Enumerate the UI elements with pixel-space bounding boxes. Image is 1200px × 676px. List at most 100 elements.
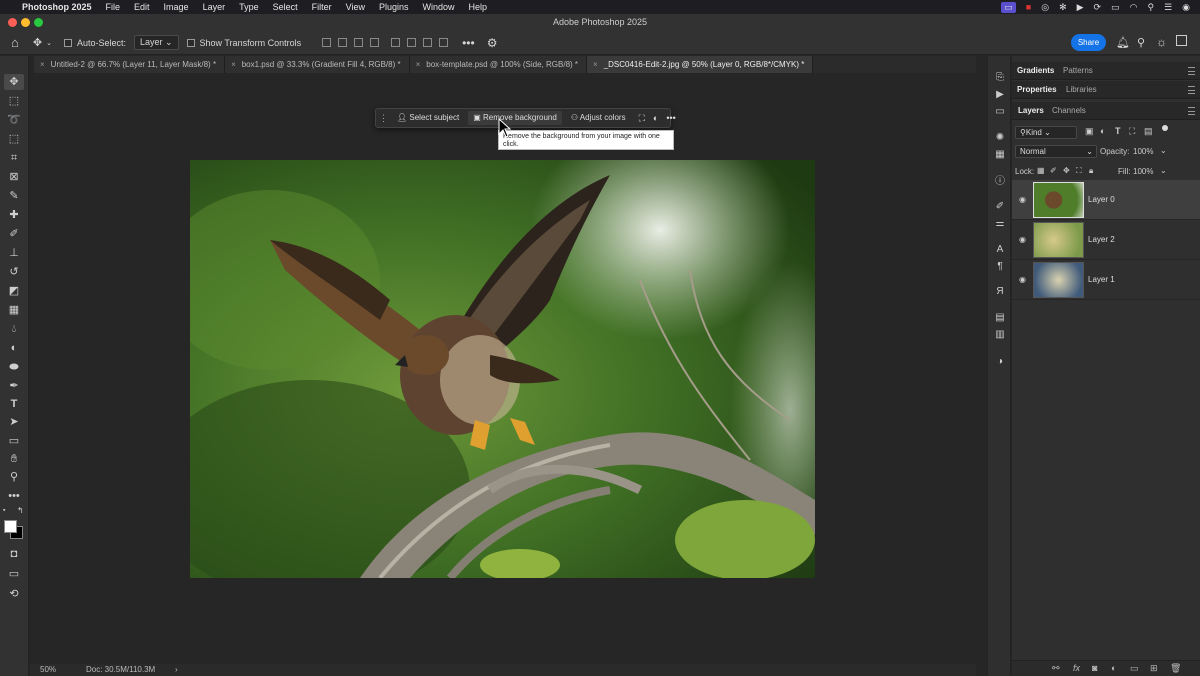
lock-all-icon[interactable]: 🔒︎ bbox=[1089, 166, 1093, 176]
panel-menu-icon[interactable] bbox=[1188, 86, 1195, 94]
screen-mode-icon[interactable]: ▭ bbox=[4, 566, 24, 582]
search-help-icon[interactable]: ⚲ bbox=[1137, 36, 1145, 49]
info-icon[interactable]: ⓘ bbox=[993, 176, 1007, 188]
search-icon[interactable]: ⚲ bbox=[1147, 2, 1154, 13]
app-menu[interactable]: Photoshop 2025 bbox=[22, 2, 92, 12]
menu-image[interactable]: Image bbox=[164, 2, 189, 12]
move-tool-icon[interactable]: ✥ bbox=[33, 36, 42, 49]
zoom-level[interactable]: 50% bbox=[40, 664, 56, 676]
filter-smart-object-icon[interactable]: ▤ bbox=[1144, 126, 1153, 137]
hand-tool-icon[interactable]: ✋︎ bbox=[4, 451, 24, 467]
default-colors-icon[interactable]: ▪ bbox=[3, 507, 5, 514]
layer-row[interactable]: ◉ Layer 0 bbox=[1012, 180, 1200, 220]
lasso-tool-icon[interactable]: ➰ bbox=[4, 112, 24, 128]
more-icon[interactable]: ••• bbox=[666, 113, 675, 123]
siri-icon[interactable]: ◉ bbox=[1182, 2, 1190, 13]
opacity-chevron-icon[interactable]: ⌄ bbox=[1160, 146, 1167, 155]
transform-icon[interactable]: ⛶ bbox=[639, 113, 645, 124]
quick-mask-icon[interactable]: ◘ bbox=[4, 546, 24, 562]
auto-select-dropdown[interactable]: Layer ⌄ bbox=[133, 35, 179, 50]
close-tab-icon[interactable]: × bbox=[231, 60, 236, 69]
lock-artboard-icon[interactable]: ⛶ bbox=[1076, 166, 1082, 176]
drag-handle-icon[interactable]: ⋮ bbox=[379, 113, 388, 124]
menu-type[interactable]: Type bbox=[239, 2, 259, 12]
libraries-icon[interactable]: ▤ bbox=[993, 312, 1007, 324]
add-mask-icon[interactable]: ◙ bbox=[1092, 663, 1097, 673]
swatches-icon[interactable]: ▦ bbox=[993, 149, 1007, 161]
lock-image-icon[interactable]: ✐ bbox=[1050, 166, 1057, 175]
panel-menu-icon[interactable] bbox=[1188, 67, 1195, 75]
comments-icon[interactable]: ▭ bbox=[993, 106, 1007, 118]
glyphs-icon[interactable]: Я bbox=[993, 286, 1007, 298]
layer-row[interactable]: ◉ Layer 1 bbox=[1012, 260, 1200, 300]
minimize-window-button[interactable] bbox=[21, 18, 30, 27]
frame-tool-icon[interactable]: ⊠ bbox=[4, 169, 24, 185]
menu-window[interactable]: Window bbox=[423, 2, 455, 12]
play-icon[interactable]: ▶ bbox=[1077, 2, 1084, 13]
color-icon[interactable]: ✺ bbox=[993, 132, 1007, 144]
lock-transparent-icon[interactable]: ▦ bbox=[1037, 166, 1045, 175]
sync-icon[interactable]: ⟳ bbox=[1094, 2, 1102, 13]
menu-edit[interactable]: Edit bbox=[134, 2, 150, 12]
dodge-tool-icon[interactable]: ◐ bbox=[4, 340, 24, 356]
menu-layer[interactable]: Layer bbox=[203, 2, 226, 12]
crop-tool-icon[interactable]: ⌗ bbox=[4, 150, 24, 166]
clone-stamp-tool-icon[interactable]: ⊥ bbox=[4, 245, 24, 261]
screen-share-icon[interactable]: ▭ bbox=[1001, 1, 1016, 13]
align-right-icon[interactable] bbox=[354, 38, 364, 47]
menu-view[interactable]: View bbox=[346, 2, 365, 12]
share-button[interactable]: Share bbox=[1071, 34, 1106, 51]
close-tab-icon[interactable]: × bbox=[416, 60, 421, 69]
path-selection-tool-icon[interactable]: ➤ bbox=[4, 414, 24, 430]
tab-gradients[interactable]: Gradients bbox=[1017, 62, 1054, 80]
tab-channels[interactable]: Channels bbox=[1052, 102, 1086, 120]
extension-icon[interactable]: ◎ bbox=[1041, 2, 1049, 13]
select-subject-button[interactable]: 👤︎ Select subject bbox=[392, 111, 464, 125]
filter-pixel-icon[interactable]: ▣ bbox=[1085, 126, 1094, 137]
fill-chevron-icon[interactable]: ⌄ bbox=[1160, 166, 1167, 175]
distribute-icon[interactable] bbox=[439, 38, 449, 47]
align-bottom-icon[interactable] bbox=[423, 38, 433, 47]
tab-layers[interactable]: Layers bbox=[1018, 102, 1044, 120]
layer-effects-icon[interactable]: fx bbox=[1073, 663, 1080, 673]
blend-mode-dropdown[interactable]: Normal ⌄ bbox=[1015, 145, 1097, 158]
eyedropper-tool-icon[interactable]: ✎ bbox=[4, 188, 24, 204]
layer-row[interactable]: ◉ Layer 2 bbox=[1012, 220, 1200, 260]
healing-brush-tool-icon[interactable]: ✚ bbox=[4, 207, 24, 223]
tab-box-template[interactable]: × box-template.psd @ 100% (Side, RGB/8) * bbox=[409, 56, 588, 73]
menu-plugins[interactable]: Plugins bbox=[379, 2, 409, 12]
new-group-icon[interactable]: ▭ bbox=[1130, 663, 1139, 674]
link-layers-icon[interactable]: ⚯ bbox=[1052, 663, 1060, 674]
history-icon[interactable]: ⎘ bbox=[993, 72, 1007, 84]
zoom-window-button[interactable] bbox=[34, 18, 43, 27]
kind-filter-dropdown[interactable]: ⚲Kind ⌄ bbox=[1015, 126, 1077, 139]
document-image-eagle[interactable] bbox=[190, 160, 815, 578]
settings-gear-icon[interactable]: ⚙ bbox=[487, 36, 498, 50]
tab-properties[interactable]: Properties bbox=[1017, 81, 1057, 99]
paragraph-icon[interactable]: ¶ bbox=[993, 261, 1007, 273]
align-left-icon[interactable] bbox=[322, 38, 332, 47]
layer-name[interactable]: Layer 1 bbox=[1088, 275, 1115, 284]
adjust-colors-button[interactable]: ⚇ Adjust colors bbox=[566, 111, 631, 125]
align-middle-icon[interactable] bbox=[407, 38, 417, 47]
brushes-icon[interactable]: ✐ bbox=[993, 201, 1007, 213]
brush-tool-icon[interactable]: ✐ bbox=[4, 226, 24, 242]
more-options-icon[interactable]: ••• bbox=[462, 36, 475, 50]
move-tool-icon[interactable]: ✥ bbox=[4, 74, 24, 90]
record-icon[interactable]: ■ bbox=[1026, 2, 1031, 12]
visibility-eye-icon[interactable]: ◉ bbox=[1018, 235, 1027, 244]
menu-filter[interactable]: Filter bbox=[312, 2, 332, 12]
blur-tool-icon[interactable]: 💧︎ bbox=[4, 321, 24, 337]
home-icon[interactable]: ⌂ bbox=[11, 35, 19, 50]
type-tool-icon[interactable]: T bbox=[4, 396, 24, 412]
eraser-tool-icon[interactable]: ◩ bbox=[4, 283, 24, 299]
generative-icon[interactable]: ⟲ bbox=[4, 586, 24, 602]
close-tab-icon[interactable]: × bbox=[593, 60, 598, 69]
close-window-button[interactable] bbox=[8, 18, 17, 27]
object-selection-tool-icon[interactable]: ⬚ bbox=[4, 131, 24, 147]
sponge-tool-icon[interactable]: ⬬ bbox=[4, 359, 24, 375]
rectangle-tool-icon[interactable]: ▭ bbox=[4, 433, 24, 449]
tab-untitled-2[interactable]: × Untitled-2 @ 66.7% (Layer 11, Layer Mas… bbox=[34, 56, 226, 73]
gear-status-icon[interactable]: ✻ bbox=[1059, 2, 1067, 13]
layer-name[interactable]: Layer 2 bbox=[1088, 235, 1115, 244]
